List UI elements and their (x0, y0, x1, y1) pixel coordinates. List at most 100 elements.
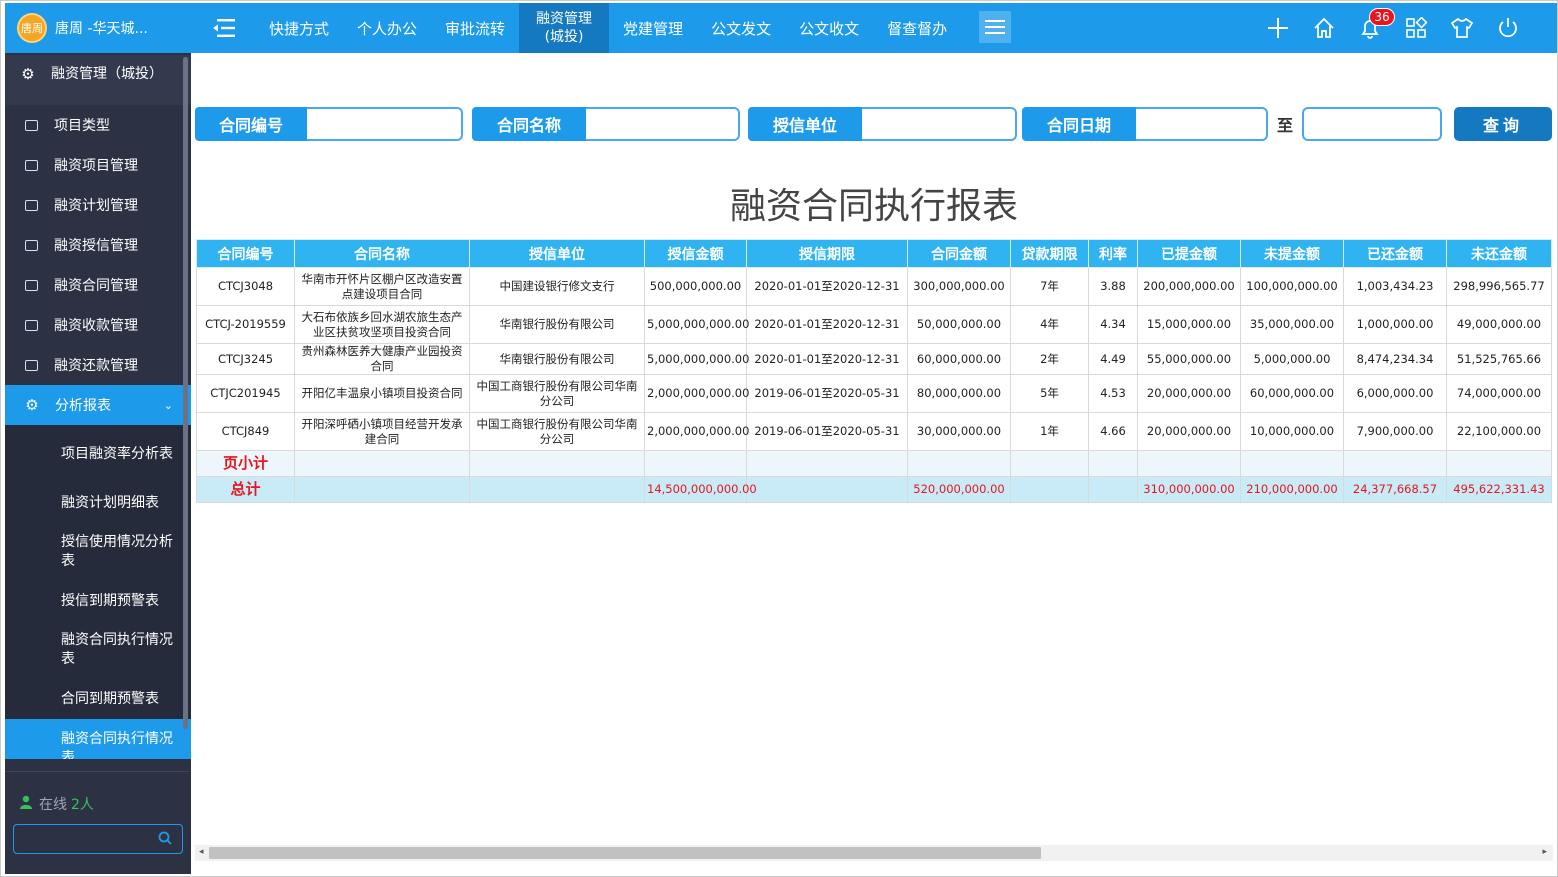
credit-unit-input[interactable] (862, 107, 1017, 141)
horizontal-scrollbar[interactable]: ◂ ▸ (195, 845, 1553, 861)
sidebar-group-label: 分析报表 (55, 398, 111, 414)
top-nav-item[interactable]: 督查督办 (873, 3, 961, 53)
sidebar-menu: ⚙ 融资管理（城投） 项目类型 融资项目管理 融资计划管理 融资授信管理 融资合同管理融… (5, 55, 191, 759)
total-row: 总计 14,500,000,000.00 520,000,000.00 310,000… (196, 476, 1552, 503)
top-nav-item[interactable]: 审批流转 (431, 3, 519, 53)
user-name[interactable]: 唐周 -华天城... (55, 18, 148, 38)
date-from-input[interactable] (1136, 107, 1268, 141)
table-row[interactable]: CTCJ849 开阳深呼硒小镇项目经营开发承建合同 中国工商银行股份有限公司华南分公… (196, 412, 1552, 451)
menu-toggle-icon[interactable] (213, 17, 237, 39)
table-cell: 2020-01-01至2020-12-31 (746, 343, 908, 375)
query-button[interactable]: 查询 (1454, 107, 1552, 141)
sidebar-head-financing[interactable]: ⚙ 融资管理（城投） (5, 55, 191, 105)
top-nav-item[interactable]: 快捷方式 (255, 3, 343, 53)
add-button[interactable] (1255, 3, 1301, 53)
table-cell: 10,000,000.00 (1240, 412, 1344, 451)
table-cell: 100,000,000.00 (1240, 267, 1344, 306)
scroll-right-icon[interactable]: ▸ (1542, 847, 1547, 857)
app-frame: 唐周 唐周 -华天城... ⚙ 融资管理（城投） 项目类型 融资项目管理 融资计划管… (0, 0, 1558, 877)
sidebar-scrollbar[interactable] (183, 57, 188, 729)
sidebar-subitem[interactable]: 融资合同执行情况表 (5, 719, 191, 759)
user-brand[interactable]: 唐周 唐周 -华天城... (5, 3, 191, 53)
empty-cell (469, 450, 645, 477)
table-cell: 4年 (1010, 305, 1089, 344)
sidebar-item[interactable]: 融资计划管理 (5, 185, 191, 225)
scroll-left-icon[interactable]: ◂ (199, 847, 204, 857)
table-cell: 298,996,565.77 (1446, 267, 1552, 306)
sidebar-item[interactable]: 融资授信管理 (5, 225, 191, 265)
column-header[interactable]: 合同名称 (294, 239, 470, 268)
empty-cell (746, 476, 908, 503)
theme-button[interactable] (1439, 3, 1485, 53)
sidebar-item[interactable]: 项目类型 (5, 105, 191, 145)
sidebar-subitem[interactable]: 项目融资率分析表 (5, 425, 191, 483)
column-header[interactable]: 已还金额 (1343, 239, 1447, 268)
column-header[interactable]: 合同金额 (907, 239, 1011, 268)
table-cell: CTCJ849 (196, 412, 295, 451)
empty-cell (1010, 476, 1089, 503)
folder-icon (25, 159, 38, 171)
apps-button[interactable] (1393, 3, 1439, 53)
top-nav-item[interactable]: 党建管理 (609, 3, 697, 53)
table-cell: 2,000,000,000.00 (644, 412, 749, 451)
more-menu-button[interactable] (979, 11, 1011, 43)
sidebar-search-input[interactable] (13, 824, 183, 854)
table-cell: CTCJ3245 (196, 343, 295, 375)
sidebar-subitem[interactable]: 授信到期预警表 (5, 581, 191, 621)
table-row[interactable]: CTCJ3048 华南市开怀片区棚户区改造安置点建设项目合同 中国建设银行修文支行 5… (196, 267, 1552, 306)
table-cell: 20,000,000.00 (1137, 374, 1241, 413)
online-count: 2人 (71, 797, 94, 813)
column-header[interactable]: 利率 (1088, 239, 1138, 268)
table-cell: 4.49 (1088, 343, 1138, 375)
avatar[interactable]: 唐周 (17, 13, 47, 43)
table-cell: 80,000,000.00 (907, 374, 1011, 413)
column-header[interactable]: 授信期限 (746, 239, 908, 268)
sidebar-footer: 在线 2人 (5, 771, 191, 874)
top-navbar: 快捷方式 个人办公 审批流转 融资管理 (城投) 党建管理 公文发文 公文收文 督查督办 36 (191, 3, 1557, 53)
contract-name-label: 合同名称 (472, 107, 586, 141)
folder-icon (25, 359, 38, 371)
top-nav-item[interactable]: 公文发文 (697, 3, 785, 53)
logout-button[interactable] (1485, 3, 1531, 53)
column-header[interactable]: 贷款期限 (1010, 239, 1089, 268)
column-header[interactable]: 未提金额 (1240, 239, 1344, 268)
sidebar-item[interactable]: 融资项目管理 (5, 145, 191, 185)
notification-button[interactable]: 36 (1347, 3, 1395, 53)
date-to-input[interactable] (1302, 107, 1442, 141)
sidebar-item[interactable]: 融资还款管理 (5, 345, 191, 385)
column-header[interactable]: 合同编号 (196, 239, 295, 268)
sidebar-subitem[interactable]: 合同到期预警表 (5, 679, 191, 719)
table-cell: 贵州森林医养大健康产业园投资合同 (294, 343, 470, 375)
table-cell: 5,000,000.00 (1240, 343, 1344, 375)
column-header[interactable]: 未还金额 (1446, 239, 1552, 268)
sidebar-subitem[interactable]: 融资合同执行情况表 (5, 621, 191, 679)
sidebar-item[interactable]: 融资合同管理 (5, 265, 191, 305)
table-cell: 1年 (1010, 412, 1089, 451)
column-header[interactable]: 授信金额 (644, 239, 747, 268)
column-header[interactable]: 已提金额 (1137, 239, 1241, 268)
table-cell: 7,900,000.00 (1343, 412, 1447, 451)
table-row[interactable]: CTJC201945 开阳亿丰温泉小镇项目投资合同 中国工商银行股份有限公司华南分公… (196, 374, 1552, 413)
table-cell: 2019-06-01至2020-05-31 (746, 412, 908, 451)
table-cell: 49,000,000.00 (1446, 305, 1552, 344)
contract-name-input[interactable] (586, 107, 740, 141)
gear-icon: ⚙ (21, 65, 35, 83)
table-row[interactable]: CTCJ-2019559 大石布依族乡回水湖农旅生态产业区扶贫攻坚项目投资合同 华南… (196, 305, 1552, 344)
search-icon[interactable] (158, 831, 172, 845)
sidebar-item[interactable]: 融资收款管理 (5, 305, 191, 345)
contract-no-input[interactable] (307, 107, 463, 141)
sidebar-group-reports[interactable]: ⚙ 分析报表 ⌄ (5, 385, 191, 425)
top-nav-item[interactable]: 融资管理 (城投) (519, 3, 610, 53)
table-row[interactable]: CTCJ3245 贵州森林医养大健康产业园投资合同 华南银行股份有限公司 5,000,… (196, 343, 1552, 375)
top-nav-item[interactable]: 个人办公 (343, 3, 431, 53)
empty-cell (644, 450, 747, 477)
table-cell: CTCJ-2019559 (196, 305, 295, 344)
empty-cell (469, 476, 645, 503)
home-button[interactable] (1301, 3, 1347, 53)
column-header[interactable]: 授信单位 (469, 239, 645, 268)
scrollbar-thumb[interactable] (209, 847, 1041, 859)
table-cell: 2019-06-01至2020-05-31 (746, 374, 908, 413)
top-nav-item[interactable]: 公文收文 (785, 3, 873, 53)
sidebar-subitem[interactable]: 融资计划明细表 (5, 483, 191, 523)
sidebar-subitem[interactable]: 授信使用情况分析表 (5, 523, 191, 581)
